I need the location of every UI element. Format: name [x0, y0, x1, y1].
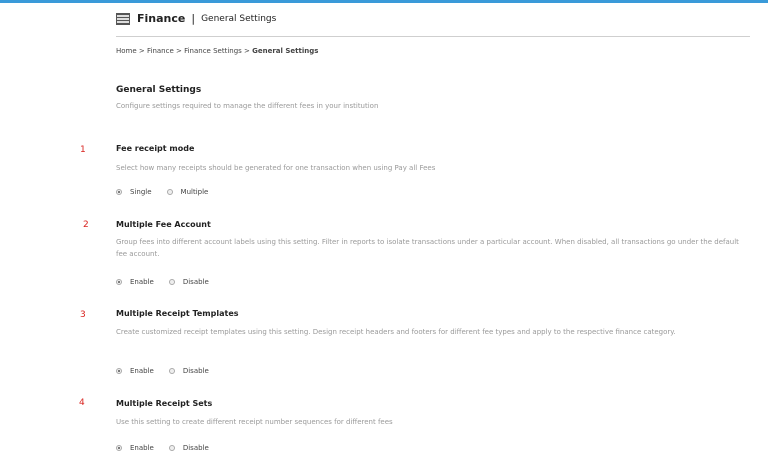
radio-label: Multiple	[180, 188, 209, 196]
breadcrumb: Home > Finance > Finance Settings > Gene…	[116, 47, 318, 55]
radio-unselected-icon[interactable]	[168, 279, 175, 285]
setting-description-multiple-receipt-sets: Use this setting to create different rec…	[116, 418, 393, 426]
radio-unselected-icon[interactable]	[166, 189, 173, 195]
radio-group-multiple-fee-account: Enable Disable	[116, 278, 224, 286]
radio-disable[interactable]: Disable	[168, 278, 209, 286]
setting-description-multiple-receipt-templates: Create customized receipt templates usin…	[116, 328, 676, 336]
radio-enable[interactable]: Enable	[116, 444, 154, 452]
radio-single[interactable]: Single	[116, 188, 152, 196]
radio-selected-icon[interactable]	[116, 368, 122, 374]
setting-title-multiple-fee-account: Multiple Fee Account	[116, 220, 211, 229]
header-page-title: General Settings	[201, 13, 277, 24]
radio-enable[interactable]: Enable	[116, 278, 154, 286]
radio-label: Enable	[130, 444, 154, 452]
setting-number-2: 2	[83, 220, 89, 230]
radio-label: Enable	[130, 278, 154, 286]
page-title: General Settings	[116, 85, 202, 95]
header-separator: |	[191, 12, 196, 25]
breadcrumb-path[interactable]: Home > Finance > Finance Settings >	[116, 47, 252, 55]
radio-group-multiple-receipt-templates: Enable Disable	[116, 367, 224, 375]
radio-multiple[interactable]: Multiple	[166, 188, 209, 196]
setting-description-fee-receipt-mode: Select how many receipts should be gener…	[116, 164, 436, 172]
radio-disable[interactable]: Disable	[168, 444, 209, 452]
top-accent-bar	[0, 0, 768, 3]
breadcrumb-current: General Settings	[252, 47, 319, 55]
setting-description-multiple-fee-account: Group fees into different account labels…	[116, 238, 739, 258]
radio-selected-icon[interactable]	[116, 189, 122, 195]
module-title: Finance	[137, 12, 186, 25]
radio-enable[interactable]: Enable	[116, 367, 154, 375]
radio-label: Single	[130, 188, 152, 196]
radio-label: Disable	[182, 367, 209, 375]
page-description: Configure settings required to manage th…	[116, 102, 379, 110]
setting-number-3: 3	[80, 310, 86, 320]
radio-label: Disable	[182, 278, 209, 286]
radio-unselected-icon[interactable]	[168, 368, 175, 374]
setting-title-multiple-receipt-templates: Multiple Receipt Templates	[116, 309, 239, 318]
radio-selected-icon[interactable]	[116, 445, 122, 451]
radio-group-multiple-receipt-sets: Enable Disable	[116, 444, 224, 452]
radio-selected-icon[interactable]	[116, 279, 122, 285]
radio-label: Enable	[130, 367, 154, 375]
radio-unselected-icon[interactable]	[168, 445, 175, 451]
radio-group-fee-receipt-mode: Single Multiple	[116, 188, 223, 196]
finance-icon	[116, 12, 130, 25]
radio-label: Disable	[182, 444, 209, 452]
radio-disable[interactable]: Disable	[168, 367, 209, 375]
divider	[116, 36, 750, 37]
setting-title-multiple-receipt-sets: Multiple Receipt Sets	[116, 399, 213, 408]
page-header: Finance | General Settings	[116, 12, 276, 25]
setting-number-1: 1	[80, 145, 86, 155]
setting-title-fee-receipt-mode: Fee receipt mode	[116, 144, 195, 153]
setting-number-4: 4	[79, 398, 85, 408]
